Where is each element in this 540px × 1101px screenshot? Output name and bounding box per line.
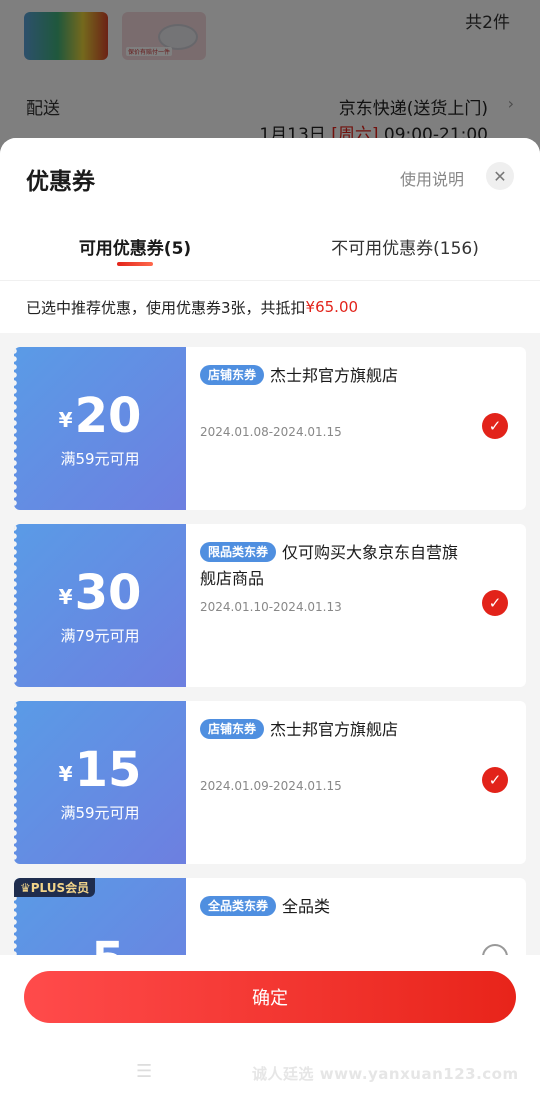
coupon-type-badge: 店铺东券	[200, 365, 265, 385]
summary-amount: ¥65.00	[305, 298, 359, 316]
coupon-details: 限品类东券 仅可购买大象京东自营旗 舰店商品 2024.01.10-2024.01…	[186, 524, 526, 687]
close-button[interactable]: ✕	[486, 162, 514, 190]
coupon-amount: ¥ 30	[59, 565, 142, 621]
currency-symbol: ¥	[58, 408, 73, 432]
usage-help-link[interactable]: 使用说明	[400, 166, 464, 190]
coupon-value-panel: ¥ 30 满79元可用	[14, 524, 186, 687]
tab-indicator	[117, 262, 153, 266]
discount-summary: 已选中推荐优惠，使用优惠券3张，共抵扣 ¥65.00	[0, 281, 540, 333]
sheet-header: 优惠券 使用说明 ✕ 可用优惠券(5) 不可用优惠券(156)	[0, 138, 540, 281]
coupon-title-text: 杰士邦官方旗舰店	[270, 366, 399, 385]
checkmark-icon[interactable]: ✓	[482, 590, 508, 616]
coupon-title: 限品类东券 仅可购买大象京东自营旗	[200, 540, 508, 566]
coupon-tabs: 可用优惠券(5) 不可用优惠券(156)	[0, 234, 540, 274]
coupon-amount: ¥ 20	[59, 388, 142, 444]
coupon-value-panel: ¥ 20 满59元可用	[14, 347, 186, 510]
coupon-sheet: 优惠券 使用说明 ✕ 可用优惠券(5) 不可用优惠券(156) 已选中推荐优惠，…	[0, 138, 540, 1101]
coupon-card[interactable]: ¥ 15 满59元可用 店铺东券 杰士邦官方旗舰店 2024.01.09-2024…	[14, 701, 526, 864]
coupon-value-panel: ¥ 15 满59元可用	[14, 701, 186, 864]
coupon-title-text: 杰士邦官方旗舰店	[270, 720, 399, 739]
coupon-validity: 2024.01.10-2024.01.13	[200, 600, 342, 614]
coupon-value: 20	[74, 388, 142, 444]
checkmark-icon[interactable]: ✓	[482, 413, 508, 439]
plus-member-badge: ♛PLUS会员	[14, 878, 96, 897]
coupon-title-line2: 舰店商品	[200, 569, 265, 588]
coupon-threshold: 满59元可用	[60, 804, 140, 822]
confirm-button[interactable]: 确定	[24, 971, 516, 1023]
coupon-list: ¥ 20 满59元可用 店铺东券 杰士邦官方旗舰店 2024.01.08-2024…	[0, 333, 540, 1041]
coupon-details: 店铺东券 杰士邦官方旗舰店 2024.01.08-2024.01.15 ✓	[186, 347, 526, 510]
sheet-title: 优惠券	[26, 169, 95, 195]
coupon-type-badge: 全品类东券	[200, 896, 277, 916]
tab-available[interactable]: 可用优惠券(5)	[0, 234, 270, 274]
coupon-amount: ¥ 15	[59, 742, 142, 798]
coupon-validity: 2024.01.09-2024.01.15	[200, 779, 342, 793]
coupon-details: 店铺东券 杰士邦官方旗舰店 2024.01.09-2024.01.15 ✓	[186, 701, 526, 864]
summary-text: 已选中推荐优惠，使用优惠券3张，共抵扣	[26, 298, 306, 317]
close-icon: ✕	[493, 166, 507, 186]
watermark: 诚人廷选 www.yanxuan123.com	[252, 1065, 519, 1083]
currency-symbol: ¥	[58, 762, 73, 786]
coupon-title: 店铺东券 杰士邦官方旗舰店	[200, 717, 508, 743]
coupon-card[interactable]: ¥ 30 满79元可用 限品类东券 仅可购买大象京东自营旗 舰店商品 2024.0…	[14, 524, 526, 687]
coupon-value: 15	[74, 742, 142, 798]
coupon-title-text: 全品类	[282, 897, 331, 916]
coupon-type-badge: 店铺东券	[200, 719, 265, 739]
coupon-threshold: 满59元可用	[60, 450, 140, 468]
sheet-footer: 确定 ☰ 诚人廷选 www.yanxuan123.com	[0, 955, 540, 1101]
coupon-title: 全品类东券 全品类	[200, 894, 508, 920]
currency-symbol: ¥	[58, 585, 73, 609]
checkmark-icon[interactable]: ✓	[482, 767, 508, 793]
coupon-title-text: 仅可购买大象京东自营旗	[282, 543, 459, 562]
coupon-value: 30	[74, 565, 142, 621]
coupon-type-badge: 限品类东券	[200, 542, 277, 562]
menu-icon[interactable]: ☰	[136, 1061, 152, 1082]
coupon-validity: 2024.01.08-2024.01.15	[200, 425, 342, 439]
coupon-card[interactable]: ¥ 20 满59元可用 店铺东券 杰士邦官方旗舰店 2024.01.08-2024…	[14, 347, 526, 510]
divider	[0, 280, 540, 281]
coupon-threshold: 满79元可用	[60, 627, 140, 645]
tab-unavailable[interactable]: 不可用优惠券(156)	[270, 234, 540, 274]
coupon-title: 店铺东券 杰士邦官方旗舰店	[200, 363, 508, 389]
